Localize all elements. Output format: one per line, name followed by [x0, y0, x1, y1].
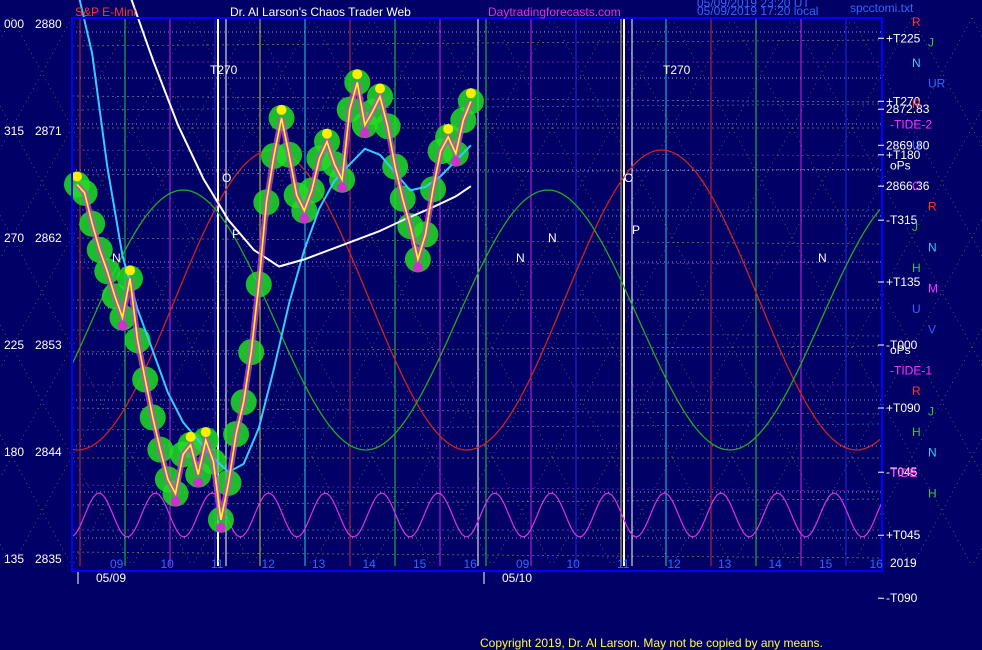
planet-marker: H — [928, 487, 937, 501]
swing-high-marker — [125, 265, 136, 276]
planet-marker: U — [912, 138, 921, 152]
swing-high-marker — [465, 88, 476, 99]
planet-marker: oPs — [890, 343, 911, 357]
swing-high-marker — [276, 104, 287, 115]
swing-low-marker — [193, 477, 204, 488]
chart-annotation: P — [632, 223, 640, 237]
right-level-label: 2866.36 — [886, 179, 930, 193]
degree-tick-label: 180 — [4, 445, 24, 459]
swing-low-marker — [170, 496, 181, 507]
planet-marker: R — [912, 384, 921, 398]
degree-tick-label: 270 — [4, 231, 24, 245]
hour-tick-label: 09 — [110, 557, 124, 571]
chart-annotation: N — [818, 251, 827, 265]
chart-annotation: T270 — [210, 63, 238, 77]
hour-tick-label: 13 — [312, 557, 326, 571]
price-tick-label: 2835 — [35, 552, 62, 566]
planet-marker: -TIDE-2 — [890, 118, 932, 132]
chart-annotation: O — [222, 171, 231, 185]
hour-tick-label: 10 — [161, 557, 175, 571]
hour-tick-label: 16 — [464, 557, 478, 571]
swing-low-marker — [337, 182, 348, 193]
swing-high-marker — [352, 69, 363, 80]
planet-marker: V — [928, 323, 936, 337]
hour-tick-label: 15 — [819, 557, 833, 571]
price-tick-label: 2844 — [35, 445, 62, 459]
planet-marker: R — [928, 200, 937, 214]
planet-marker: UR — [928, 77, 946, 91]
hour-tick-label: 12 — [262, 557, 276, 571]
swing-low-marker — [299, 213, 310, 224]
chart-annotation: N — [112, 251, 121, 265]
planet-marker: J — [928, 405, 934, 419]
planet-marker: J — [928, 36, 934, 50]
planet-marker: TIDE — [890, 466, 917, 480]
date-tick-label: 05/10 — [502, 571, 532, 585]
right-level-label: 2872.83 — [886, 102, 930, 116]
swing-low-marker — [215, 522, 226, 533]
right-level-label: +T135 — [886, 275, 921, 289]
price-tick-label: 2853 — [35, 338, 62, 352]
copyright-notice: Copyright 2019, Dr. Al Larson. May not b… — [480, 636, 823, 650]
right-level-label: -T090 — [886, 591, 918, 605]
hour-tick-label: 10 — [567, 557, 581, 571]
chaos-chart: T270 T270 O O P P N N N N S&P E-Mini Dr. Al Larso… — [0, 0, 982, 650]
degree-tick-label: 135 — [4, 552, 24, 566]
chart-annotation: T270 — [663, 63, 691, 77]
planet-marker: J — [912, 220, 918, 234]
chart-annotation: O — [624, 171, 633, 185]
planet-marker: oPs — [890, 159, 911, 173]
planet-marker: -TIDE-1 — [890, 364, 932, 378]
price-tick-label: 2880 — [35, 17, 62, 31]
degree-tick-label: 225 — [4, 338, 24, 352]
swing-high-marker — [443, 123, 454, 134]
swing-low-marker — [412, 262, 423, 273]
date-tick-label: 05/09 — [96, 571, 126, 585]
chart-annotation: N — [548, 231, 557, 245]
page-title: Dr. Al Larson's Chaos Trader Web — [230, 5, 411, 19]
timestamp-local: 05/09/2019 17:20 local — [697, 4, 818, 18]
planet-marker: N — [912, 56, 921, 70]
planet-marker: M — [928, 282, 938, 296]
site-link[interactable]: Daytradingforecasts.com — [488, 5, 621, 19]
right-level-label: +T045 — [886, 528, 921, 542]
swing-high-marker — [321, 128, 332, 139]
price-tick-label: 2871 — [35, 124, 62, 138]
planet-marker: N — [928, 241, 937, 255]
hour-tick-label: 11 — [617, 557, 630, 571]
planet-marker: U — [912, 302, 921, 316]
planet-marker: R — [912, 15, 921, 29]
planet-marker: H — [912, 261, 921, 275]
chart-annotation: P — [232, 227, 240, 241]
price-tick-label: 2862 — [35, 231, 62, 245]
hour-tick-label: 13 — [718, 557, 732, 571]
planet-marker: R — [912, 97, 921, 111]
swing-high-marker — [375, 83, 385, 94]
hour-tick-label: 09 — [516, 557, 530, 571]
data-filename: spcctomi.txt — [850, 1, 914, 15]
planet-marker: N — [928, 446, 937, 460]
right-level-label: +T225 — [886, 31, 921, 45]
planet-marker: H — [912, 425, 921, 439]
swing-low-marker — [359, 128, 370, 139]
degree-tick-label: 315 — [4, 124, 24, 138]
hour-tick-label: 11 — [211, 557, 224, 571]
planet-marker: C — [912, 179, 921, 193]
swing-low-marker — [117, 320, 128, 331]
hour-tick-label: 16 — [870, 557, 884, 571]
chart-annotation: N — [516, 251, 525, 265]
hour-tick-label: 12 — [668, 557, 682, 571]
right-level-label: +T090 — [886, 401, 921, 415]
hour-tick-label: 15 — [413, 557, 427, 571]
swing-high-marker — [200, 427, 211, 438]
degree-tick-label: 000 — [4, 17, 24, 31]
symbol-title: S&P E-Mini — [75, 5, 136, 19]
year-label: 2019 — [890, 556, 917, 570]
swing-high-marker — [72, 171, 82, 182]
hour-tick-label: 14 — [363, 557, 377, 571]
swing-low-marker — [450, 156, 461, 167]
hour-tick-label: 14 — [769, 557, 783, 571]
swing-high-marker — [185, 431, 196, 442]
